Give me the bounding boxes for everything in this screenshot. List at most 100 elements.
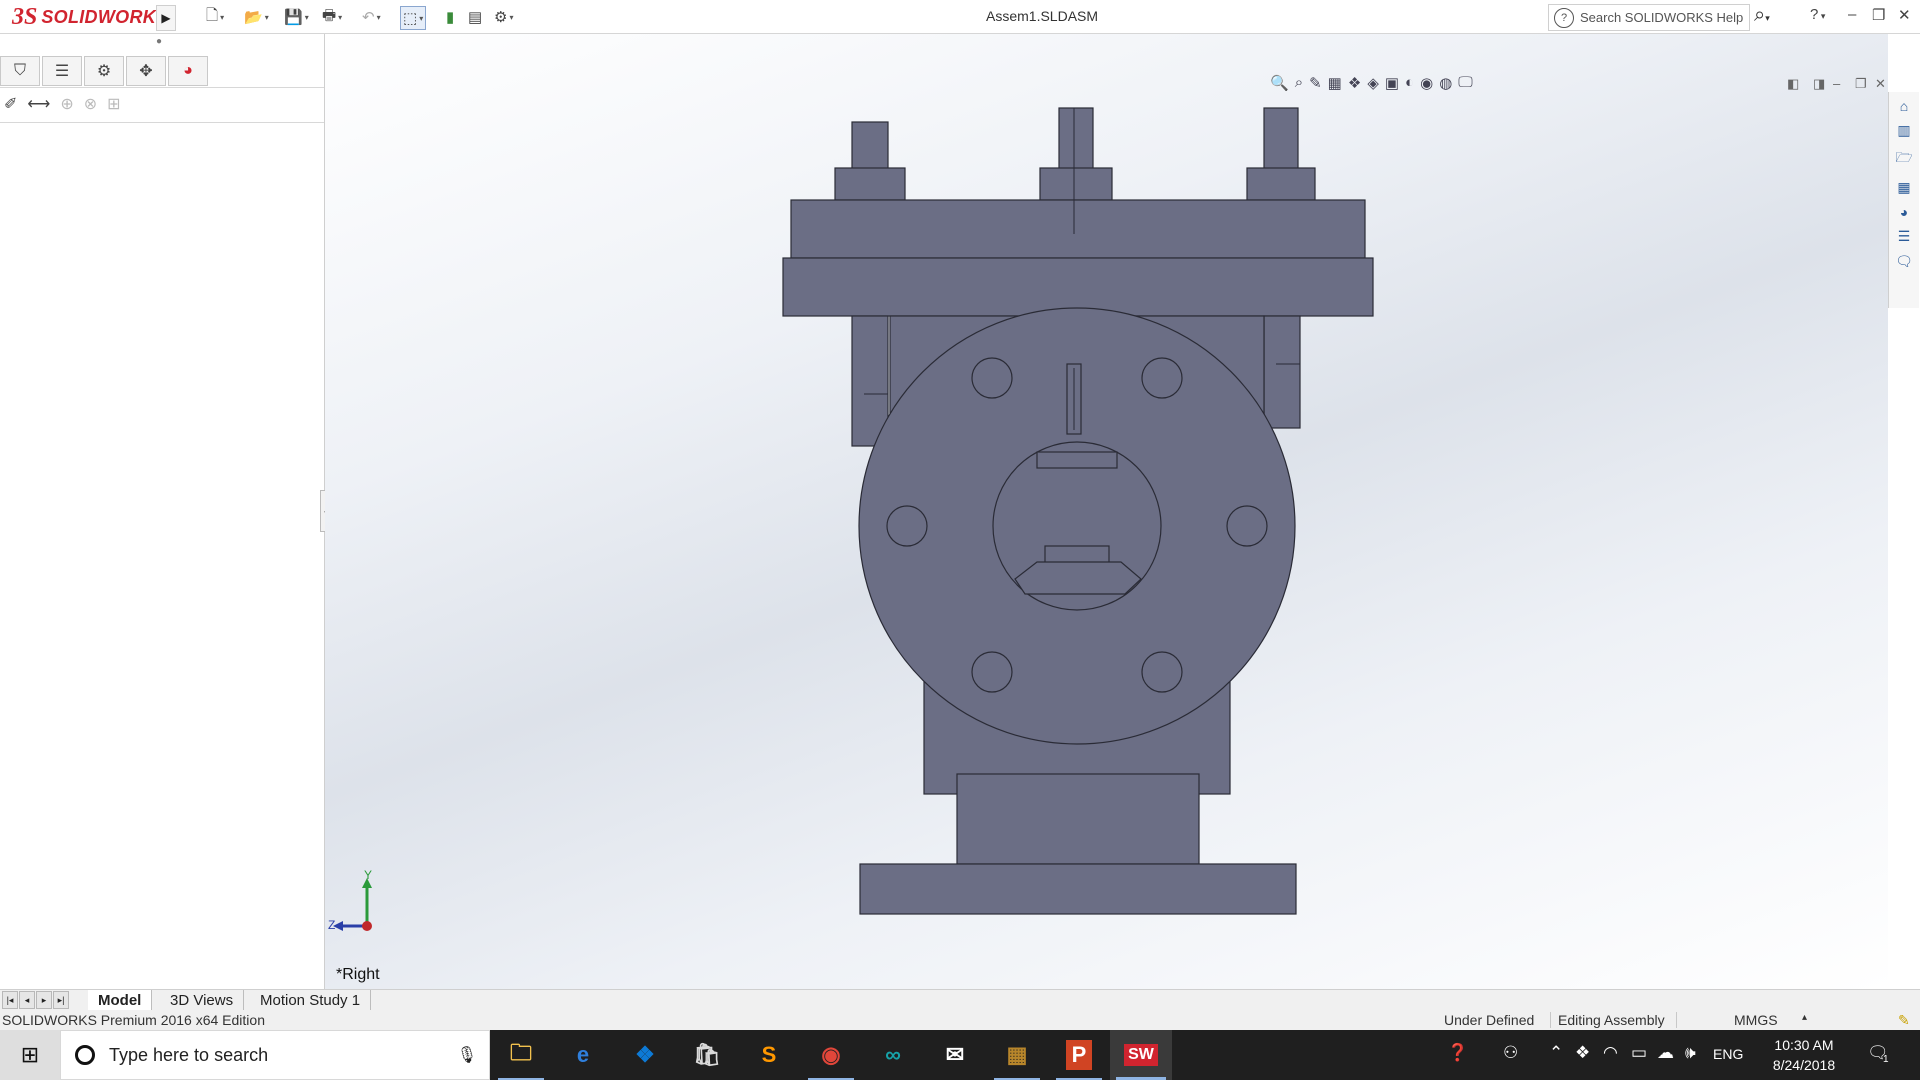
bolt-hole <box>971 651 1013 693</box>
taskbar-search-input[interactable]: Type here to search 🎙 <box>60 1030 490 1080</box>
select-button[interactable]: ⬚ ▾ <box>400 6 427 30</box>
view-settings-icon[interactable]: 🖵 <box>1458 74 1472 92</box>
resources-icon[interactable]: ▥ <box>1897 122 1910 139</box>
unit-system[interactable]: MMGS <box>1734 1012 1778 1028</box>
new-document-icon: 🗋 <box>206 6 219 24</box>
previous-view-icon[interactable]: ✎ <box>1309 74 1322 92</box>
wifi-icon[interactable]: ◠ <box>1603 1043 1618 1063</box>
rebuild-status-icon[interactable]: ✎ <box>1898 1012 1910 1029</box>
system-clock[interactable]: 10:30 AM 8/24/2018 <box>1764 1035 1844 1075</box>
menu-expand-button[interactable]: ▶ <box>156 5 176 31</box>
tab-3d-views[interactable]: 3D Views <box>160 990 245 1010</box>
tab-motion-study[interactable]: Motion Study 1 <box>250 990 372 1010</box>
help-icon[interactable]: ❓ <box>1447 1043 1468 1063</box>
mail-app[interactable]: ✉ <box>924 1030 986 1080</box>
new-document-button[interactable]: 🗋 ▾ <box>206 6 224 28</box>
tab-dimxpert-manager[interactable]: ✥ <box>126 56 166 86</box>
feature-manager-panel: ● ⛉ ☰ ⚙ ✥ ◕ ✐ ⟷ ⊕ ⊗ ⊞ <box>0 34 325 989</box>
rebuild-button[interactable]: ▮ <box>446 6 454 28</box>
mate-icon[interactable]: ⟷ <box>27 94 50 114</box>
options-button[interactable]: ⚙ ▾ <box>494 6 513 28</box>
remove-icon[interactable]: ⊗ <box>84 94 97 114</box>
microphone-icon[interactable]: 🎙 <box>457 1045 477 1065</box>
battery-icon[interactable]: ▭ <box>1631 1043 1647 1063</box>
language-indicator[interactable]: ENG <box>1713 1046 1743 1062</box>
chrome-app[interactable]: ◉ <box>800 1030 862 1080</box>
assembly-model[interactable] <box>325 34 1888 989</box>
file-explorer-icon[interactable]: 🗁 <box>1895 147 1912 171</box>
dropbox-app[interactable]: ❖ <box>614 1030 676 1080</box>
help-menu-button[interactable]: ? ▾ <box>1810 6 1825 23</box>
help-search-input[interactable]: ? Search SOLIDWORKS Help <box>1548 4 1750 31</box>
side-boss <box>1263 315 1301 429</box>
viewport-restore-icon[interactable]: ❐ <box>1855 76 1867 92</box>
chevron-up-icon[interactable]: ⌃ <box>1549 1043 1563 1063</box>
viewport-close-icon[interactable]: ✕ <box>1875 76 1886 92</box>
solidworks-app[interactable]: SW <box>1110 1030 1172 1080</box>
graphics-area[interactable]: 🔍 ⌕ ✎ ▦ ❖ ◈ ▣ ◐ ◉ ◍ 🖵 ◧ ◨ – ❐ ✕ Y Z <box>325 34 1888 989</box>
search-icon[interactable]: ⌕▾ <box>1754 4 1770 27</box>
tab-feature-tree[interactable]: ⛉ <box>0 56 40 86</box>
volume-icon[interactable]: 🕪 <box>1685 1043 1696 1063</box>
view-orientation-icon[interactable]: ◈ <box>1367 74 1379 92</box>
powerpoint-icon: P <box>1065 1040 1093 1070</box>
close-button[interactable]: ✕ <box>1898 6 1911 24</box>
file-explorer-app[interactable]: 🗀 <box>490 1030 552 1080</box>
store-app[interactable]: 🛍 <box>676 1030 738 1080</box>
zoom-to-fit-icon[interactable]: 🔍 <box>1270 74 1289 92</box>
viewport-split-left-icon[interactable]: ◧ <box>1787 76 1799 92</box>
edge-app[interactable]: e <box>552 1030 614 1080</box>
open-button[interactable]: 📂 ▾ <box>244 6 269 28</box>
viewport-minimize-icon[interactable]: – <box>1833 76 1840 91</box>
units-dropdown-icon[interactable]: ▴ <box>1802 1012 1807 1023</box>
prev-tab-icon[interactable]: ◂ <box>19 991 35 1009</box>
file-properties-button[interactable]: ▤ <box>468 6 482 28</box>
tab-model[interactable]: Model <box>88 990 153 1010</box>
edit-appearance-icon[interactable]: ◉ <box>1420 74 1433 92</box>
dropbox-tray-icon[interactable]: ❖ <box>1575 1043 1590 1063</box>
sublime-app[interactable]: S <box>738 1030 800 1080</box>
solidworks-logo[interactable]: 3S SOLIDWORKS <box>12 4 168 30</box>
display-style-icon[interactable]: ▣ <box>1385 74 1399 92</box>
custom-properties-icon[interactable]: ☰ <box>1898 228 1911 245</box>
hide-show-icon[interactable]: ◐ <box>1405 74 1414 92</box>
view-palette-icon[interactable]: ▦ <box>1897 179 1910 196</box>
next-tab-icon[interactable]: ▸ <box>36 991 52 1009</box>
definition-state: Under Defined <box>1444 1012 1535 1028</box>
powerpoint-app[interactable]: P <box>1048 1030 1110 1080</box>
onedrive-icon[interactable]: ☁ <box>1657 1043 1674 1063</box>
arduino-app[interactable]: ∞ <box>862 1030 924 1080</box>
panel-grip-icon[interactable]: ● <box>156 36 162 47</box>
add-icon[interactable]: ⊕ <box>60 94 73 114</box>
zoom-to-area-icon[interactable]: ⌕ <box>1295 74 1303 92</box>
tab-display-manager[interactable]: ◕ <box>168 56 208 86</box>
winrar-icon: ▦ <box>1006 1042 1028 1067</box>
minimize-button[interactable]: – <box>1848 6 1856 23</box>
apply-scene-icon[interactable]: ◍ <box>1439 74 1452 92</box>
home-icon[interactable]: ⌂ <box>1900 98 1908 114</box>
restore-button[interactable]: ❐ <box>1872 6 1885 24</box>
tab-property-manager[interactable]: ☰ <box>42 56 82 86</box>
dynamic-annotation-icon[interactable]: ❖ <box>1348 74 1361 92</box>
display-manager-icon: ◕ <box>183 62 193 79</box>
last-tab-icon[interactable]: ▸| <box>53 991 69 1009</box>
winrar-app[interactable]: ▦ <box>986 1030 1048 1080</box>
forum-icon[interactable]: 🗨 <box>1895 253 1913 270</box>
first-tab-icon[interactable]: |◂ <box>2 991 18 1009</box>
section-view-icon[interactable]: ▦ <box>1328 74 1342 92</box>
taskbar-search-placeholder: Type here to search <box>109 1044 269 1065</box>
undo-button[interactable]: ↶ ▾ <box>362 6 381 28</box>
appearances-icon[interactable]: ◕ <box>1900 204 1908 220</box>
sketch-icon[interactable]: ✐ <box>4 94 17 114</box>
grid-icon[interactable]: ⊞ <box>107 94 120 114</box>
model-tabs-bar: |◂ ◂ ▸ ▸| Model 3D Views Motion Study 1 <box>0 989 1920 1011</box>
print-icon: 🖶 <box>322 6 337 24</box>
print-button[interactable]: 🖶 ▾ <box>322 6 342 28</box>
tab-configuration-manager[interactable]: ⚙ <box>84 56 124 86</box>
sublime-icon: S <box>761 1042 777 1067</box>
windows-start-button[interactable]: ⊞ <box>0 1030 60 1080</box>
help-question-icon: ? <box>1554 7 1574 28</box>
people-icon[interactable]: ⚇ <box>1503 1043 1518 1063</box>
save-button[interactable]: 💾 ▾ <box>284 6 309 28</box>
viewport-split-right-icon[interactable]: ◨ <box>1813 76 1825 92</box>
